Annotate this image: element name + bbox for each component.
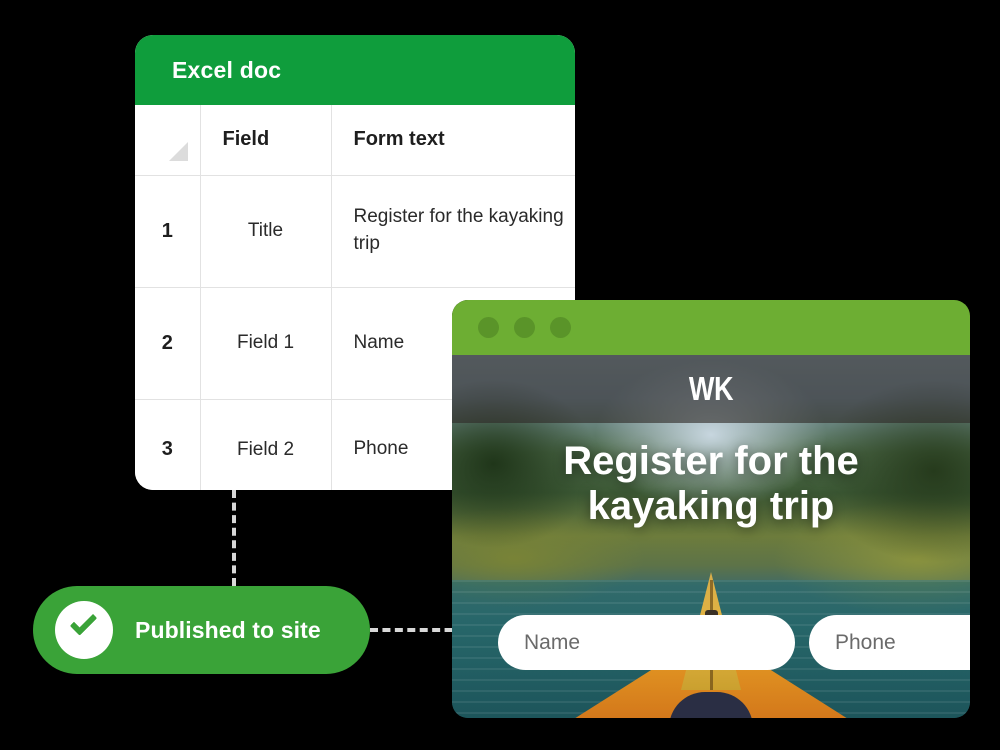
browser-title-bar xyxy=(452,300,970,355)
column-header-field-label: Field xyxy=(222,128,270,151)
published-to-site-label: Published to site xyxy=(135,616,321,643)
field-cell[interactable]: Title xyxy=(200,175,332,288)
checkmark-glyph xyxy=(69,608,98,636)
published-to-site-badge[interactable]: Published to site xyxy=(33,586,370,674)
hero-headline: Register for the kayaking trip xyxy=(563,439,859,529)
site-navigation-bar: WK xyxy=(452,355,970,423)
connector-line-horizontal xyxy=(370,628,465,632)
window-close-dot-icon[interactable] xyxy=(478,317,499,338)
excel-doc-title: Excel doc xyxy=(172,56,282,83)
excel-doc-header: Excel doc xyxy=(135,35,575,105)
select-all-triangle-icon xyxy=(168,141,188,161)
select-all-corner-cell[interactable] xyxy=(135,105,201,176)
row-number-cell[interactable]: 3 xyxy=(135,399,201,490)
window-maximize-dot-icon[interactable] xyxy=(550,317,571,338)
row-number-cell[interactable]: 2 xyxy=(135,287,201,400)
row-number-cell[interactable]: 1 xyxy=(135,175,201,288)
column-header-field[interactable]: Field xyxy=(200,105,332,176)
column-header-form-text-label: Form text xyxy=(353,128,445,151)
screenshot-stage: Excel doc Field Form text 1 Title Regist… xyxy=(0,0,1000,750)
table-row[interactable]: 1 Title Register for the kayaking trip xyxy=(135,175,575,288)
field-cell[interactable]: Field 2 xyxy=(200,399,332,490)
form-text-cell[interactable]: Register for the kayaking trip xyxy=(331,175,575,288)
browser-window-preview: WK Register for the kayaking trip xyxy=(452,300,970,718)
table-header-row: Field Form text xyxy=(135,105,575,176)
check-circle-icon xyxy=(55,601,113,659)
field-cell[interactable]: Field 1 xyxy=(200,287,332,400)
column-header-form-text[interactable]: Form text xyxy=(331,105,575,176)
name-input[interactable] xyxy=(498,615,795,670)
phone-input[interactable] xyxy=(809,615,970,670)
connector-line-vertical xyxy=(232,490,236,586)
site-logo-wk[interactable]: WK xyxy=(689,370,734,408)
registration-form xyxy=(498,615,970,670)
window-minimize-dot-icon[interactable] xyxy=(514,317,535,338)
website-viewport: WK Register for the kayaking trip xyxy=(452,355,970,718)
